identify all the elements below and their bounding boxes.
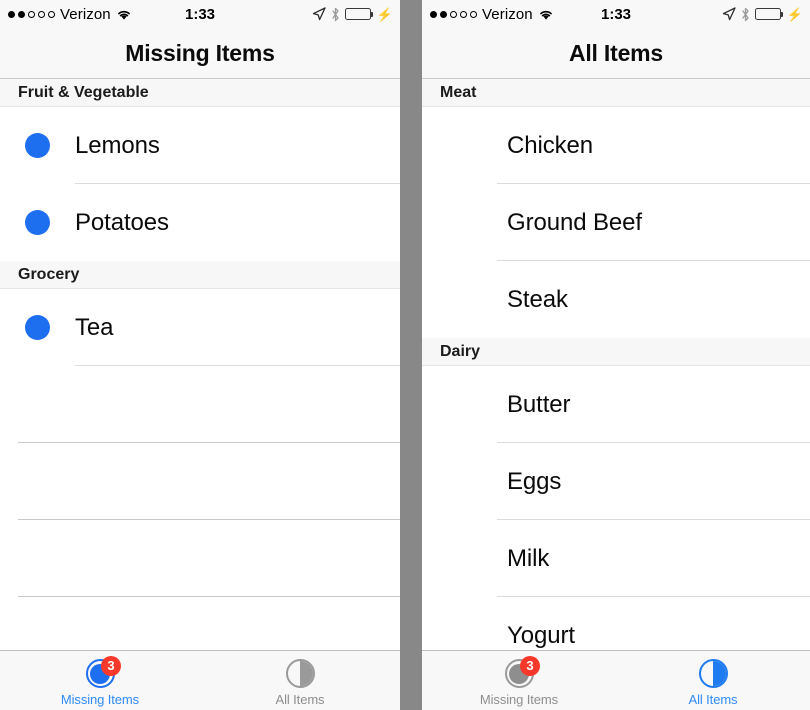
status-badge: 3 (520, 655, 540, 676)
list-item[interactable]: Steak (422, 261, 810, 338)
status-dot-icon (25, 210, 50, 235)
battery-icon (754, 8, 784, 20)
left-phone-screen: Verizon 1:33 ⚡ Missing Items Fruit & Veg… (0, 0, 400, 710)
bluetooth-icon (331, 7, 340, 22)
tab-all-items[interactable]: All Items (616, 651, 810, 710)
list-item-label: Milk (507, 544, 550, 572)
tab-all-items[interactable]: All Items (200, 651, 400, 710)
empty-list-row (0, 443, 400, 520)
section-header: Dairy (422, 338, 810, 366)
status-badge: 3 (101, 655, 121, 676)
list-item-label: Steak (507, 285, 568, 313)
list-item[interactable]: Potatoes (0, 184, 400, 261)
list-item-label: Eggs (507, 467, 562, 495)
section-header: Fruit & Vegetable (0, 79, 400, 107)
list-item[interactable]: Tea (0, 289, 400, 366)
tab-icon-wrap (283, 658, 317, 690)
bluetooth-icon (741, 7, 750, 22)
tab-icon-wrap: 3 (83, 655, 121, 690)
tab-icon-wrap: 3 (502, 655, 540, 690)
tab-missing-items[interactable]: 3 Missing Items (422, 651, 616, 710)
list-item[interactable]: Yogurt (422, 597, 810, 650)
list-item[interactable]: Milk (422, 520, 810, 597)
half-filled-circle-icon (285, 659, 315, 688)
lightning-bolt-icon: ⚡ (786, 6, 803, 22)
list-item[interactable]: Butter (422, 366, 810, 443)
screen-divider (400, 0, 422, 710)
tab-missing-items[interactable]: 3 Missing Items (0, 651, 200, 710)
list-item-label: Ground Beef (507, 208, 642, 236)
list-item-label: Butter (507, 390, 571, 418)
tab-icon-wrap (696, 658, 730, 690)
nav-bar-left: Missing Items (0, 28, 400, 79)
list-item[interactable]: Lemons (0, 107, 400, 184)
right-phone-screen: Verizon 1:33 ⚡ All Items Meat Chicken Gr… (422, 0, 810, 710)
list-item-label: Tea (75, 313, 114, 341)
location-arrow-icon (312, 7, 326, 21)
section-header: Meat (422, 79, 810, 107)
status-bar-indicators: ⚡ (722, 7, 803, 22)
missing-items-list[interactable]: Fruit & Vegetable Lemons Potatoes Grocer… (0, 79, 400, 650)
page-title: Missing Items (125, 39, 275, 66)
list-item-label: Yogurt (507, 621, 575, 649)
section-header: Grocery (0, 261, 400, 289)
list-item-label: Lemons (75, 131, 160, 159)
page-title: All Items (568, 39, 664, 66)
empty-list-row (0, 366, 400, 443)
lightning-bolt-icon: ⚡ (376, 6, 393, 22)
empty-list-row (0, 597, 400, 650)
half-filled-circle-icon (698, 659, 728, 688)
list-item[interactable]: Chicken (422, 107, 810, 184)
status-bar-right: Verizon 1:33 ⚡ (422, 0, 810, 28)
list-item-label: Potatoes (75, 208, 169, 236)
tab-bar-right: 3 Missing Items All Items (422, 650, 810, 710)
nav-bar-right: All Items (422, 28, 810, 79)
dual-screenshot-container: Verizon 1:33 ⚡ Missing Items Fruit & Veg… (0, 0, 810, 710)
tab-label: All Items (688, 691, 738, 707)
battery-icon (344, 8, 374, 20)
tab-label: All Items (275, 691, 325, 707)
status-bar-left: Verizon 1:33 ⚡ (0, 0, 400, 28)
list-item-label: Chicken (507, 131, 594, 159)
status-dot-icon (25, 133, 50, 158)
tab-label: Missing Items (60, 691, 140, 707)
list-item[interactable]: Ground Beef (422, 184, 810, 261)
tab-label: Missing Items (479, 691, 559, 707)
location-arrow-icon (722, 7, 736, 21)
status-bar-indicators: ⚡ (312, 7, 393, 22)
all-items-list[interactable]: Meat Chicken Ground Beef Steak Dairy But… (422, 79, 810, 650)
tab-bar-left: 3 Missing Items All Items (0, 650, 400, 710)
empty-list-row (0, 520, 400, 597)
status-dot-icon (25, 315, 50, 340)
list-item[interactable]: Eggs (422, 443, 810, 520)
